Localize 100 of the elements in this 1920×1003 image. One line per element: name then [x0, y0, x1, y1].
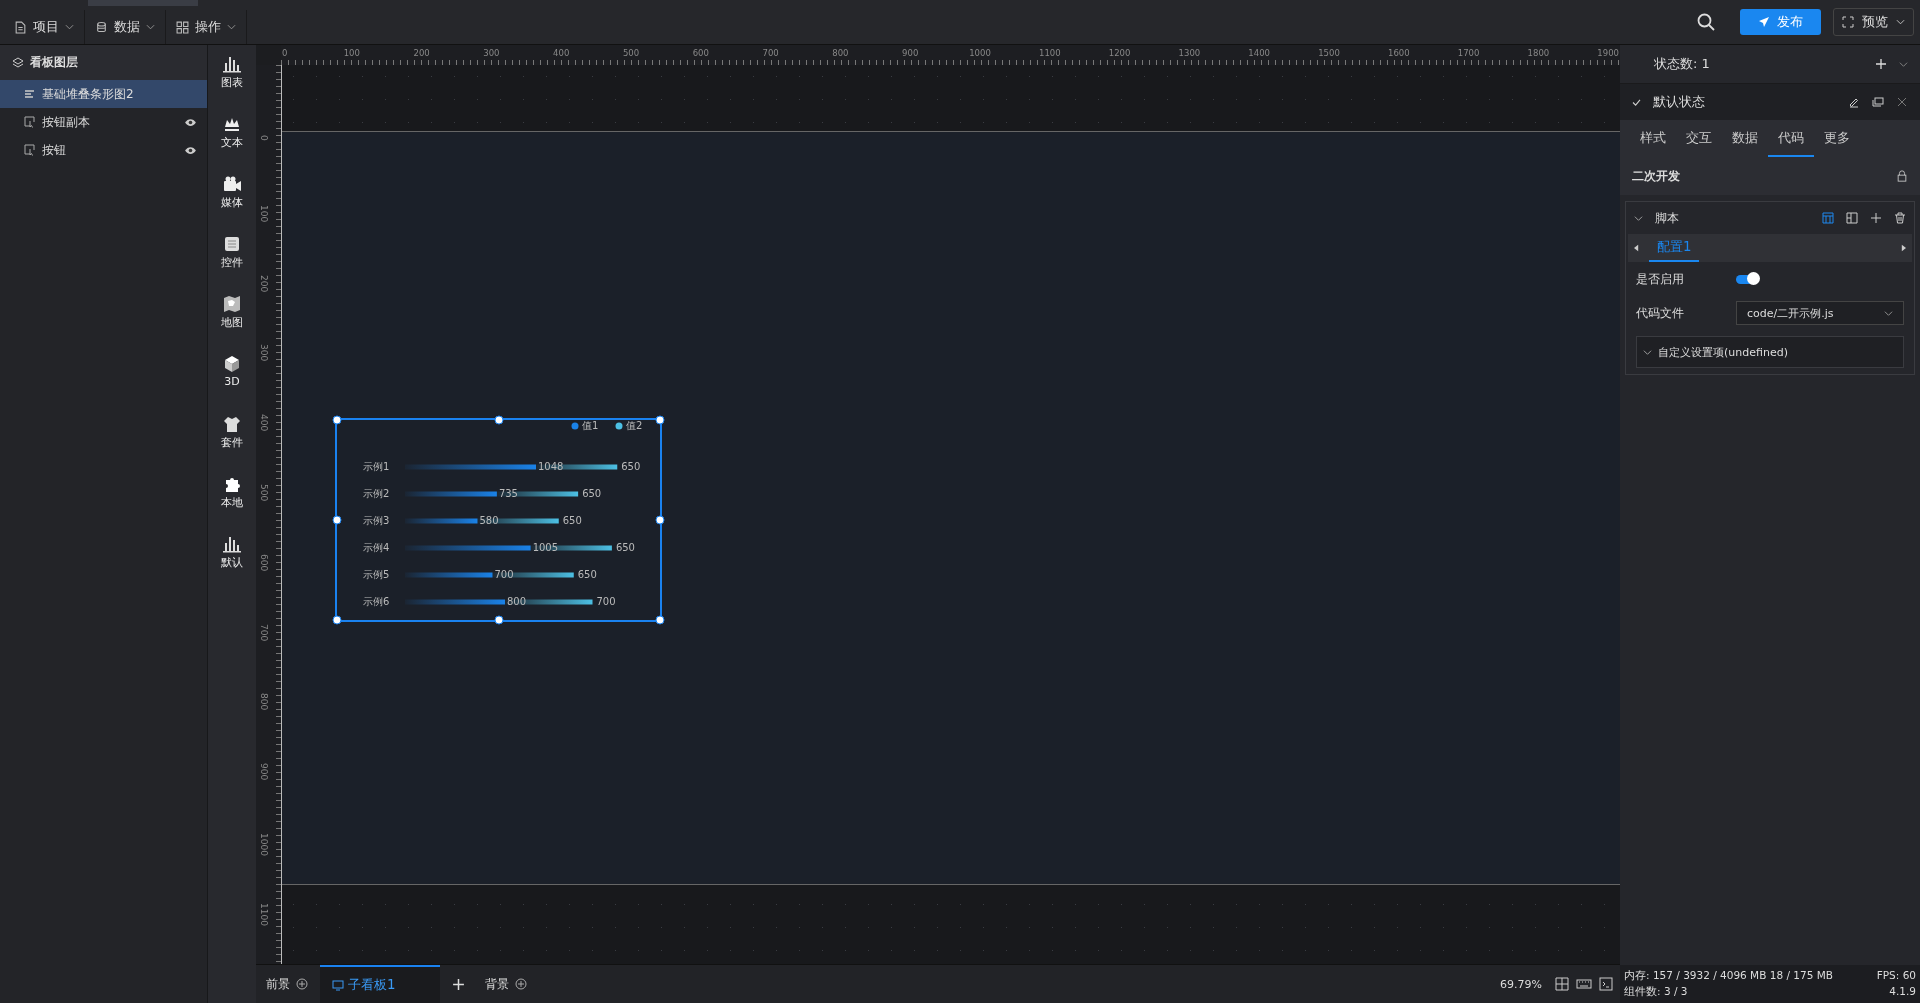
keyboard-icon[interactable]: [1576, 977, 1592, 991]
component-button[interactable]: 默认: [221, 535, 243, 595]
add-circle-icon[interactable]: [515, 978, 527, 990]
legend-label: 值1: [582, 420, 599, 431]
value-label: 1048: [538, 461, 564, 472]
component-count: 组件数: 3 / 3: [1624, 985, 1688, 999]
search-icon[interactable]: [1696, 12, 1716, 32]
left-arrow-icon[interactable]: [1634, 244, 1639, 252]
bars-icon: [24, 88, 36, 100]
panel-tab[interactable]: 更多: [1814, 120, 1860, 157]
section-title: 二次开发: [1632, 167, 1680, 185]
component-button[interactable]: 本地: [221, 475, 243, 535]
edit-icon[interactable]: [1848, 96, 1860, 108]
panel-title: 看板图层: [30, 54, 78, 71]
check-icon: [1632, 98, 1641, 106]
button-icon: [24, 144, 36, 156]
layout-icon[interactable]: [1822, 212, 1834, 224]
zoom-level: 69.79%: [1500, 977, 1542, 991]
chevron-icon[interactable]: [1634, 214, 1643, 222]
kit-icon: [222, 415, 242, 433]
category-label: 示例6: [363, 596, 390, 607]
bar-chart[interactable]: 值1 值2 示例1 1048 650 示例2 735 650 示例3 580 650 示例4 1005 650 示例5 700 650 示例6 800 700: [335, 418, 662, 622]
button-icon: [24, 116, 36, 128]
lock-icon[interactable]: [1896, 170, 1908, 182]
category-label: 示例1: [363, 461, 390, 472]
close-icon[interactable]: [1896, 96, 1908, 108]
foreground-tab[interactable]: 前景: [266, 975, 290, 993]
file-select[interactable]: code/二开示例.js: [1736, 301, 1904, 325]
value-label: 650: [577, 569, 597, 580]
legend-label: 值2: [626, 420, 643, 431]
control-icon: [222, 235, 242, 253]
resize-handle[interactable]: [332, 615, 342, 625]
add-circle-icon[interactable]: [296, 978, 308, 990]
fit-screen-icon[interactable]: [1554, 977, 1570, 991]
resize-handle[interactable]: [655, 515, 665, 525]
panel-tab[interactable]: 数据: [1722, 120, 1768, 157]
value-label: 700: [596, 596, 616, 607]
add-icon[interactable]: [1875, 58, 1887, 70]
category-label: 示例2: [363, 488, 390, 499]
menu-button[interactable]: 数据: [85, 10, 166, 44]
menu-button[interactable]: 操作: [166, 10, 247, 44]
right-arrow-icon[interactable]: [1901, 244, 1906, 252]
board[interactable]: 值1 值2 示例1 1048 650 示例2 735 650 示例3 580 650 示例4 1005 650 示例5 700 650 示例6 800 700: [282, 131, 1620, 885]
value-label: 700: [494, 569, 514, 580]
publish-button[interactable]: 发布: [1740, 9, 1821, 35]
eye-icon[interactable]: [184, 145, 197, 155]
component-button[interactable]: 文本: [221, 115, 243, 175]
menu-button[interactable]: 项目: [4, 10, 85, 44]
resize-handle[interactable]: [494, 415, 503, 425]
database-icon: [95, 20, 108, 34]
columns-icon[interactable]: [1846, 212, 1858, 224]
resize-handle[interactable]: [494, 615, 503, 625]
layer-item[interactable]: 基础堆叠条形图2: [0, 80, 207, 108]
component-button[interactable]: 3D: [222, 355, 242, 415]
component-button[interactable]: 套件: [221, 415, 243, 475]
card-title: 脚本: [1655, 209, 1679, 227]
component-button[interactable]: 图表: [221, 55, 243, 115]
board-tab[interactable]: 子看板1: [320, 965, 440, 1003]
resize-handle[interactable]: [655, 415, 665, 425]
field-label: 是否启用: [1636, 270, 1685, 288]
terminal-icon[interactable]: [1598, 977, 1614, 991]
component-button[interactable]: 地图: [221, 295, 243, 355]
component-button[interactable]: 控件: [221, 235, 243, 295]
chart-icon: [222, 55, 242, 73]
preview-button[interactable]: 预览: [1833, 8, 1914, 36]
value-label: 650: [582, 488, 602, 499]
custom-settings[interactable]: 自定义设置项(undefined): [1636, 336, 1904, 368]
panel-tab[interactable]: 交互: [1676, 120, 1722, 157]
panel-tab[interactable]: 样式: [1630, 120, 1676, 157]
background-tab[interactable]: 背景: [485, 975, 509, 993]
enable-toggle[interactable]: [1736, 274, 1758, 284]
grid-icon: [176, 20, 189, 34]
copy-icon[interactable]: [1872, 96, 1884, 108]
layer-item[interactable]: 按钮副本: [0, 108, 207, 136]
add-icon[interactable]: [452, 977, 465, 991]
chevron-icon[interactable]: [1899, 60, 1908, 68]
resize-handle[interactable]: [332, 415, 342, 425]
eye-icon[interactable]: [184, 117, 197, 127]
category-label: 示例5: [363, 569, 390, 580]
add-icon[interactable]: [1870, 212, 1882, 224]
value-label: 650: [562, 515, 582, 526]
value-label: 1005: [532, 542, 559, 553]
document-icon: [14, 20, 27, 34]
caret-icon: [1896, 19, 1905, 25]
delete-icon[interactable]: [1894, 212, 1906, 224]
resize-handle[interactable]: [332, 515, 342, 525]
resize-handle[interactable]: [655, 615, 665, 625]
layer-item[interactable]: 按钮: [0, 136, 207, 164]
version-label: 4.1.9: [1889, 985, 1916, 999]
component-button[interactable]: 媒体: [221, 175, 243, 235]
media-icon: [222, 175, 242, 193]
value-label: 650: [621, 461, 641, 472]
config-tab[interactable]: 配置1: [1649, 234, 1700, 262]
fullscreen-icon: [1842, 16, 1854, 28]
cube-icon: [222, 355, 242, 373]
state-count: 状态数: 1: [1654, 55, 1710, 73]
category-label: 示例3: [363, 515, 390, 526]
layers-icon: [12, 56, 24, 69]
value-label: 580: [479, 515, 499, 526]
caret-icon: [146, 24, 155, 30]
